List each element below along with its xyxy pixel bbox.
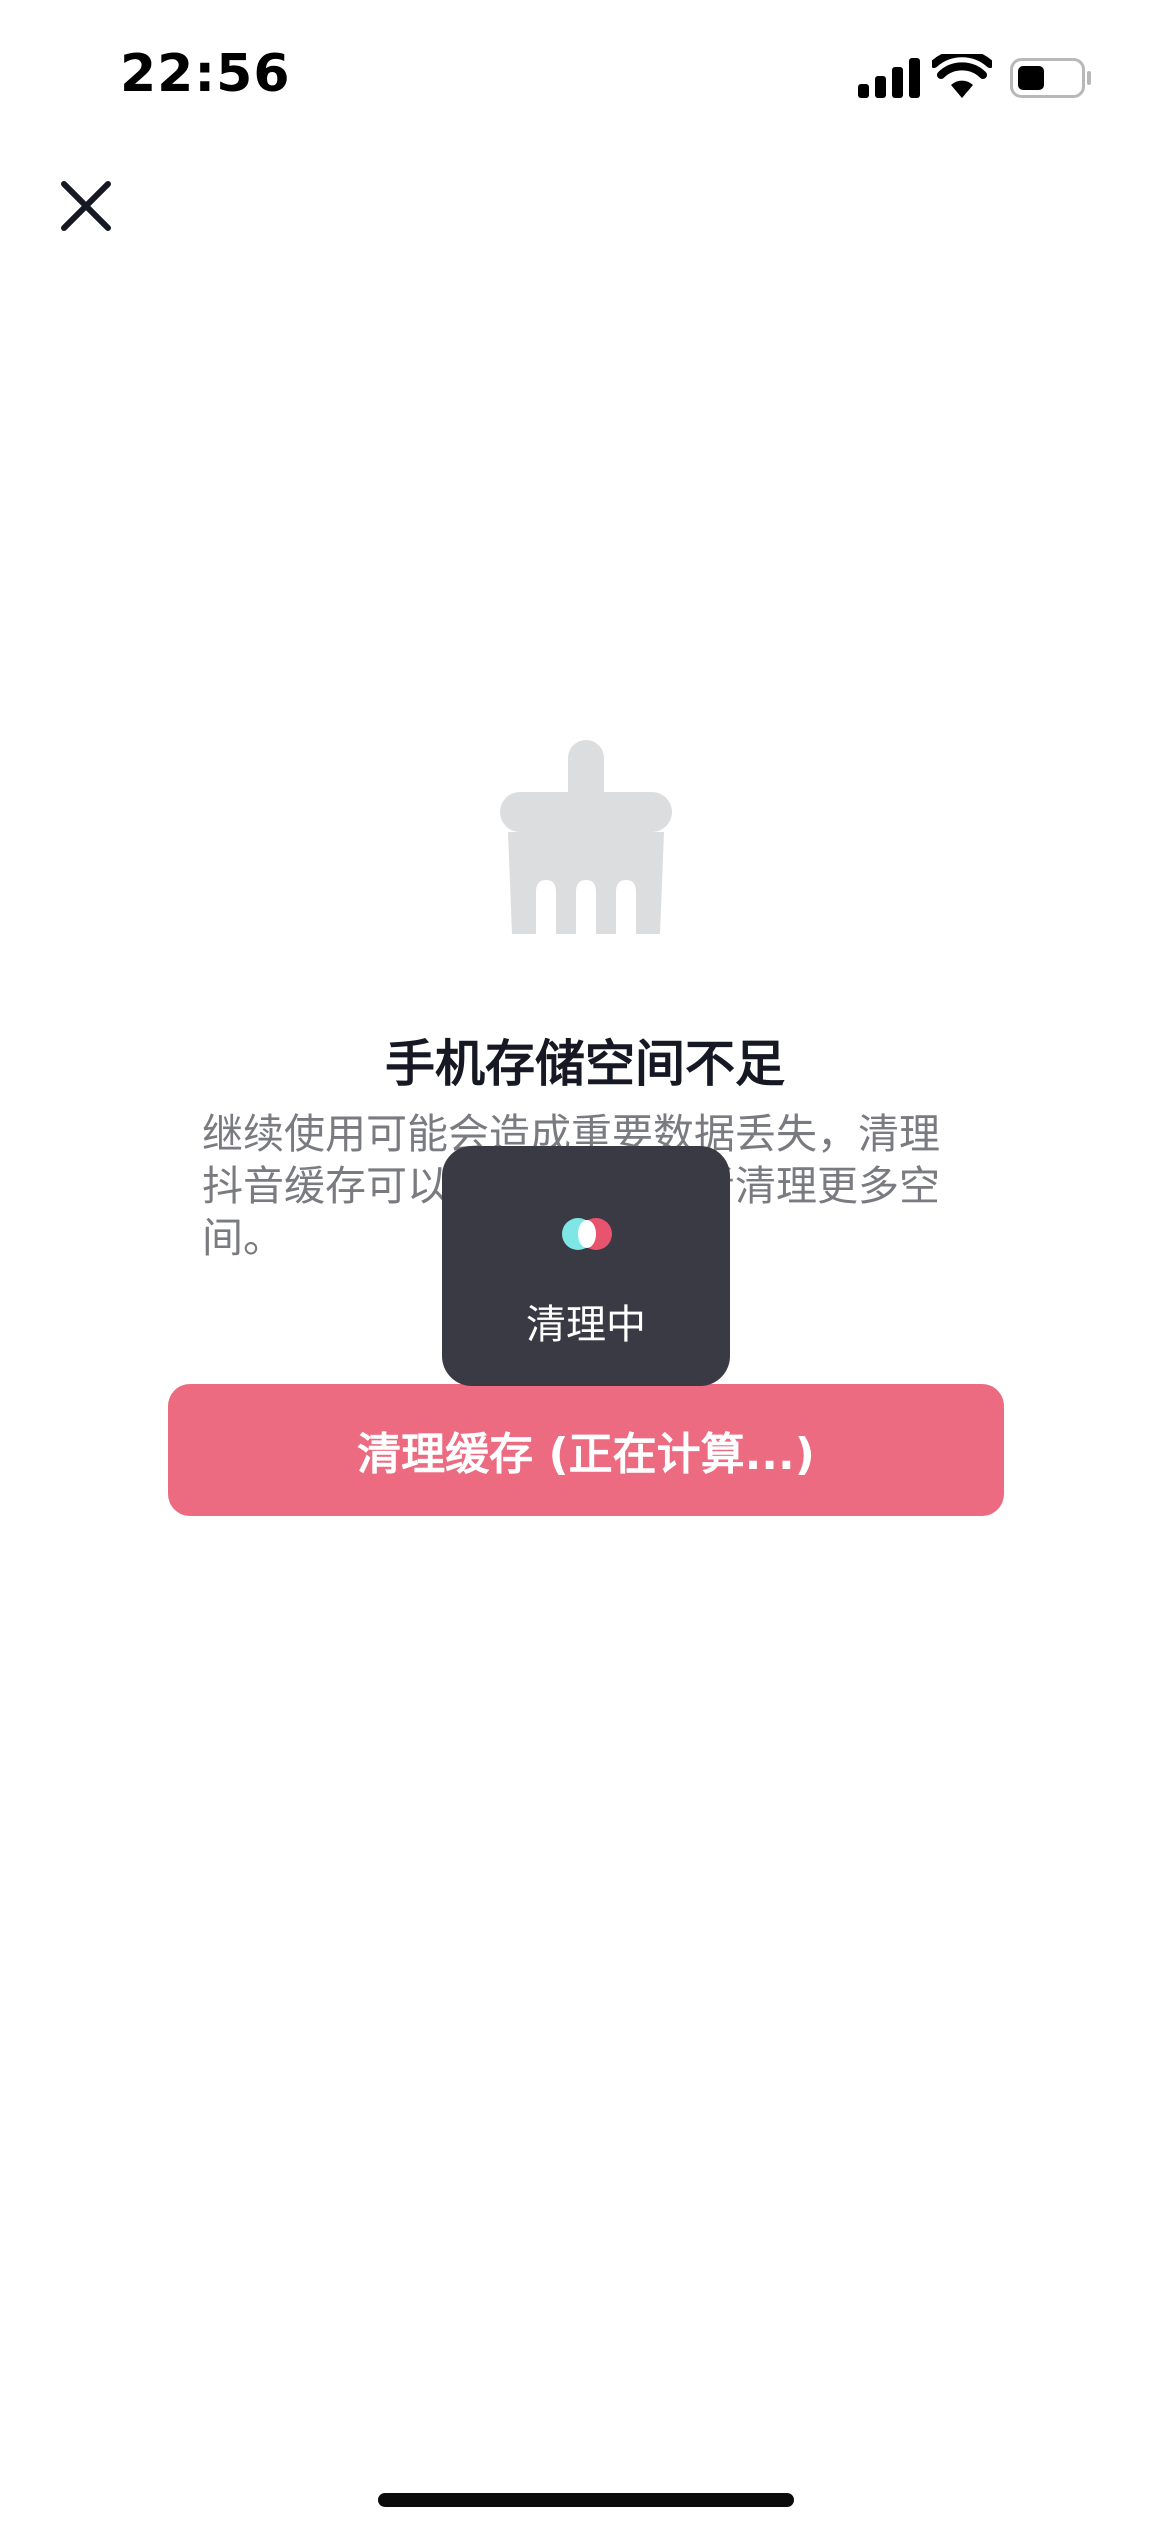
cleaning-toast: 清理中 [442,1146,730,1386]
status-time: 22:56 [120,44,291,104]
signal-icon [858,58,920,98]
close-button[interactable] [56,176,116,236]
toast-label: 清理中 [526,1302,646,1348]
loading-dots-icon [562,1218,612,1250]
broom-icon [500,740,672,934]
page-title: 手机存储空间不足 [385,1035,785,1093]
battery-icon [1010,58,1091,98]
clean-cache-button[interactable]: 清理缓存 (正在计算...) [168,1384,1004,1516]
close-icon [61,181,111,231]
home-indicator [378,2493,794,2507]
wifi-icon [932,54,992,98]
